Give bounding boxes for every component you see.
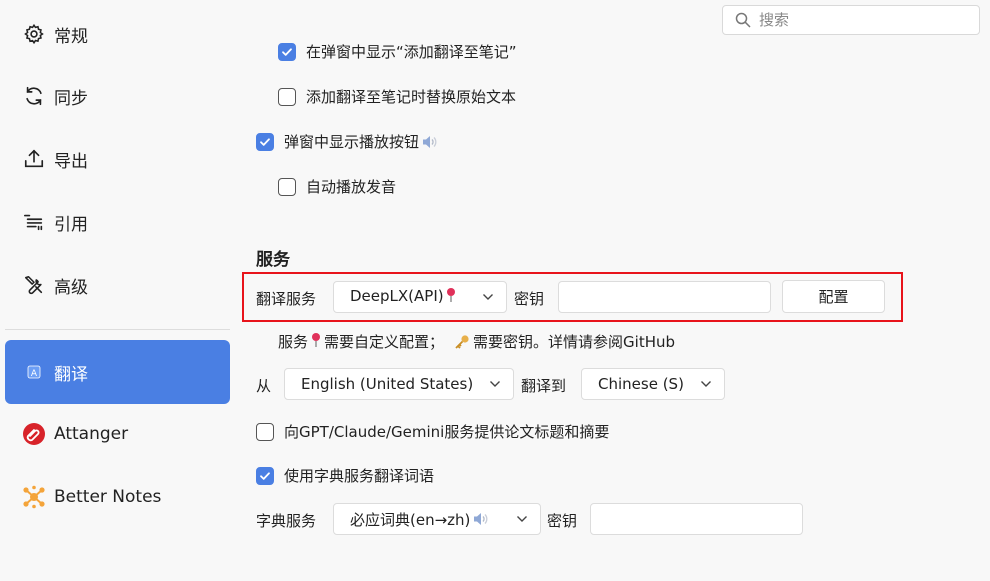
sidebar: 常规 同步 导出 引用 高级 A 翻译 Attanger Better Note…: [0, 0, 240, 581]
pin-icon: [444, 287, 458, 307]
option-label: 添加翻译至笔记时替换原始文本: [306, 88, 517, 106]
option-label: 在弹窗中显示“添加翻译至笔记”: [306, 43, 517, 61]
sidebar-item-export[interactable]: 导出: [5, 128, 230, 190]
sidebar-item-label: 常规: [54, 26, 88, 47]
sidebar-item-label: Attanger: [54, 424, 129, 444]
sidebar-item-label: 导出: [54, 151, 88, 172]
checkbox-gpt-context[interactable]: [256, 422, 274, 441]
sidebar-item-attanger[interactable]: Attanger: [5, 403, 230, 465]
source-language-select[interactable]: English (United States): [284, 368, 514, 400]
from-label: 从: [256, 377, 272, 395]
option-label: 自动播放发音: [306, 178, 397, 196]
better-notes-icon: [22, 485, 46, 509]
dictionary-key-label: 密钥: [547, 512, 578, 530]
quote-icon: [22, 210, 46, 234]
option-auto-play[interactable]: 自动播放发音: [278, 176, 396, 197]
checkbox-show-play-button[interactable]: [256, 132, 274, 151]
translate-service-select[interactable]: DeepLX(API): [333, 281, 507, 313]
dictionary-service-select[interactable]: 必应词典(en→zh): [333, 503, 541, 535]
sidebar-item-label: 引用: [54, 214, 88, 235]
attanger-icon: [22, 422, 46, 446]
option-use-dictionary[interactable]: 使用字典服务翻译词语: [256, 465, 434, 486]
chevron-down-icon: [516, 515, 528, 523]
select-value: DeepLX(API): [350, 287, 444, 305]
note-text: 服务: [278, 333, 309, 351]
checkbox-use-dictionary[interactable]: [256, 466, 274, 485]
service-key-field[interactable]: [558, 281, 771, 313]
pin-icon: [309, 332, 323, 352]
checkbox-replace-original[interactable]: [278, 87, 296, 106]
note-text: 需要密钥。详情请参阅GitHub: [473, 333, 676, 351]
sync-icon: [22, 84, 46, 108]
key-icon: [454, 334, 470, 350]
option-label: 向GPT/Claude/Gemini服务提供论文标题和摘要: [284, 423, 610, 441]
option-label: 使用字典服务翻译词语: [284, 467, 435, 485]
option-label: 弹窗中显示播放按钮: [284, 133, 420, 151]
select-value: Chinese (S): [598, 375, 684, 393]
sidebar-item-label: 同步: [54, 88, 88, 109]
speaker-icon: [421, 134, 439, 150]
select-value: 必应词典(en→zh): [350, 510, 471, 529]
chevron-down-icon: [489, 380, 501, 388]
export-icon: [22, 147, 46, 171]
sidebar-item-label: 高级: [54, 277, 88, 298]
sidebar-item-translate[interactable]: A 翻译: [5, 340, 230, 404]
option-show-play-button[interactable]: 弹窗中显示播放按钮: [256, 131, 439, 152]
search-icon: [735, 12, 751, 28]
checkbox-show-add-note[interactable]: [278, 42, 296, 61]
note-text: 需要自定义配置；: [324, 333, 445, 351]
sidebar-item-label: 翻译: [54, 364, 88, 385]
dictionary-key-field[interactable]: [590, 503, 803, 535]
option-show-add-note[interactable]: 在弹窗中显示“添加翻译至笔记”: [278, 41, 517, 62]
speaker-icon: [472, 511, 490, 527]
service-note: 服务 需要自定义配置； 需要密钥。详情请参阅GitHub: [278, 331, 675, 352]
sidebar-item-better-notes[interactable]: Better Notes: [5, 466, 230, 528]
service-key-label: 密钥: [514, 290, 545, 308]
section-title-service: 服务: [256, 250, 290, 270]
svg-text:A: A: [31, 369, 38, 379]
translate-icon: A: [22, 360, 46, 384]
config-button[interactable]: 配置: [782, 280, 885, 313]
sidebar-item-sync[interactable]: 同步: [5, 65, 230, 127]
option-gpt-context[interactable]: 向GPT/Claude/Gemini服务提供论文标题和摘要: [256, 421, 609, 442]
translate-service-label: 翻译服务: [256, 290, 317, 308]
search-input[interactable]: [757, 10, 961, 30]
option-replace-original[interactable]: 添加翻译至笔记时替换原始文本: [278, 86, 516, 107]
sidebar-divider: [5, 329, 230, 330]
gear-icon: [22, 22, 46, 46]
target-language-select[interactable]: Chinese (S): [581, 368, 725, 400]
search-box[interactable]: [722, 5, 980, 35]
select-value: English (United States): [301, 375, 474, 393]
sidebar-item-label: Better Notes: [54, 487, 162, 507]
sidebar-item-cite[interactable]: 引用: [5, 191, 230, 253]
chevron-down-icon: [482, 293, 494, 301]
service-key-input[interactable]: [559, 282, 770, 312]
chevron-down-icon: [700, 380, 712, 388]
to-label: 翻译到: [521, 377, 567, 395]
dictionary-service-label: 字典服务: [256, 512, 317, 530]
tools-icon: [22, 273, 46, 297]
sidebar-item-advanced[interactable]: 高级: [5, 254, 230, 316]
sidebar-item-general[interactable]: 常规: [5, 3, 230, 65]
dictionary-key-input[interactable]: [591, 504, 802, 534]
checkbox-auto-play[interactable]: [278, 177, 296, 196]
